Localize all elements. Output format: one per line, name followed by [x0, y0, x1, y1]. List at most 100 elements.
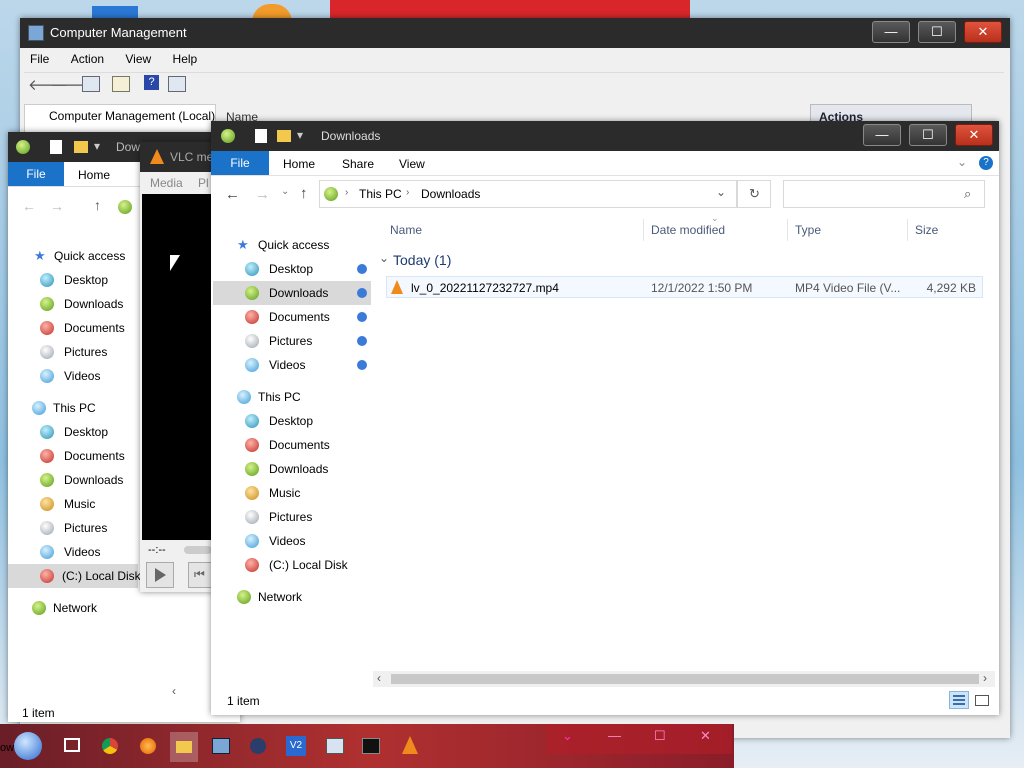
- nav-pc-desktop[interactable]: Desktop: [40, 420, 150, 444]
- column-header-name[interactable]: Name: [390, 223, 422, 239]
- nav-qa-pictures[interactable]: Pictures: [40, 340, 150, 364]
- nav-pc-local-disk[interactable]: (C:) Local Disk: [245, 553, 375, 577]
- nav-qa-downloads[interactable]: Downloads: [40, 292, 150, 316]
- close-button[interactable]: ✕: [964, 21, 1002, 43]
- table-row[interactable]: lv_0_20221127232727.mp4 12/1/2022 1:50 P…: [386, 276, 983, 298]
- app-taskbar-icon[interactable]: [250, 738, 266, 754]
- nav-pc-videos[interactable]: Videos: [40, 540, 150, 564]
- pin-icon[interactable]: [357, 288, 367, 298]
- pin-icon[interactable]: [357, 360, 367, 370]
- menu-playlist[interactable]: Pl: [198, 176, 209, 190]
- back-button[interactable]: ←: [22, 198, 36, 214]
- nav-this-pc[interactable]: This PC: [237, 385, 357, 409]
- quick-access-dropdown-icon[interactable]: ▾: [297, 128, 303, 142]
- vlc-seek-bar[interactable]: [184, 546, 212, 554]
- terminal-taskbar-icon[interactable]: [362, 738, 380, 754]
- properties-icon[interactable]: [255, 129, 267, 143]
- horizontal-scrollbar[interactable]: ‹ ›: [373, 671, 995, 687]
- vlc-play-button[interactable]: [146, 562, 174, 588]
- vlc-taskbar-icon[interactable]: [402, 736, 418, 754]
- file-explorer-taskbar-icon[interactable]: [170, 732, 198, 762]
- nav-qa-documents[interactable]: Documents: [40, 316, 150, 340]
- up-button[interactable]: ↑: [300, 185, 308, 202]
- nav-pc-local-disk[interactable]: (C:) Local Disk: [8, 564, 141, 588]
- nav-qa-downloads[interactable]: Downloads: [245, 281, 365, 305]
- help-icon[interactable]: ?: [144, 75, 159, 90]
- nav-pc-downloads[interactable]: Downloads: [40, 468, 150, 492]
- nav-network[interactable]: Network: [32, 596, 142, 620]
- close-icon[interactable]: ✕: [700, 728, 711, 744]
- menu-action[interactable]: Action: [71, 52, 104, 66]
- nav-this-pc[interactable]: This PC: [32, 396, 142, 420]
- recent-locations-icon[interactable]: ⌄: [281, 186, 289, 197]
- search-input[interactable]: [788, 185, 962, 205]
- menu-help[interactable]: Help: [173, 52, 198, 66]
- maximize-button[interactable]: ☐: [918, 21, 956, 43]
- column-header-type[interactable]: Type: [795, 223, 821, 239]
- tab-file[interactable]: File: [211, 151, 269, 175]
- v2-app-taskbar-icon[interactable]: V2: [286, 736, 306, 756]
- console-icon[interactable]: [168, 76, 186, 92]
- pin-icon[interactable]: [357, 264, 367, 274]
- nav-pc-music[interactable]: Music: [245, 481, 365, 505]
- up-button[interactable]: ↑: [94, 197, 101, 213]
- nav-qa-desktop[interactable]: Desktop: [245, 257, 365, 281]
- forward-button[interactable]: →: [255, 186, 270, 203]
- export-icon[interactable]: [112, 76, 130, 92]
- refresh-button[interactable]: ↻: [737, 180, 771, 208]
- scroll-thumb[interactable]: [391, 674, 979, 684]
- vlc-video-area[interactable]: [142, 194, 212, 540]
- properties-icon[interactable]: [50, 140, 62, 154]
- nav-qa-documents[interactable]: Documents: [245, 305, 365, 329]
- start-button[interactable]: [14, 732, 42, 760]
- nav-qa-desktop[interactable]: Desktop: [40, 268, 150, 292]
- scroll-left-arrow[interactable]: ‹: [172, 684, 176, 698]
- tab-home[interactable]: Home: [78, 168, 110, 182]
- nav-quick-access[interactable]: ★ Quick access: [237, 233, 377, 257]
- tab-view[interactable]: View: [399, 157, 425, 171]
- search-box[interactable]: ⌕: [783, 180, 985, 208]
- nav-network[interactable]: Network: [237, 585, 357, 609]
- minimize-button[interactable]: —: [863, 124, 901, 146]
- network-taskbar-icon[interactable]: [326, 738, 344, 754]
- tab-share[interactable]: Share: [342, 157, 374, 171]
- nav-qa-videos[interactable]: Videos: [245, 353, 365, 377]
- pin-icon[interactable]: [357, 336, 367, 346]
- nav-pc-pictures[interactable]: Pictures: [40, 516, 150, 540]
- nav-pc-documents[interactable]: Documents: [245, 433, 365, 457]
- pin-icon[interactable]: [357, 312, 367, 322]
- tab-home[interactable]: Home: [283, 157, 315, 171]
- address-bar[interactable]: › This PC › Downloads ⌄: [319, 180, 737, 208]
- nav-qa-pictures[interactable]: Pictures: [245, 329, 365, 353]
- menu-file[interactable]: File: [30, 52, 49, 66]
- nav-pc-pictures[interactable]: Pictures: [245, 505, 365, 529]
- computer-management-taskbar-icon[interactable]: [212, 738, 230, 754]
- task-view-icon[interactable]: [64, 738, 80, 752]
- column-header-size[interactable]: Size: [915, 223, 938, 239]
- firefox-icon[interactable]: [140, 738, 156, 754]
- close-button[interactable]: ✕: [955, 124, 993, 146]
- address-dropdown-icon[interactable]: ⌄: [716, 185, 726, 199]
- folder-icon[interactable]: [74, 141, 88, 153]
- help-icon[interactable]: ?: [979, 156, 993, 170]
- nav-quick-access[interactable]: ★ Quick access: [34, 244, 154, 268]
- nav-qa-videos[interactable]: Videos: [40, 364, 150, 388]
- forward-button[interactable]: →: [50, 198, 64, 214]
- menu-view[interactable]: View: [125, 52, 151, 66]
- nav-pc-desktop[interactable]: Desktop: [245, 409, 365, 433]
- folder-icon[interactable]: [277, 130, 291, 142]
- tab-file[interactable]: File: [8, 162, 64, 186]
- chrome-icon[interactable]: [102, 738, 118, 754]
- minimize-icon[interactable]: —: [608, 728, 621, 743]
- nav-pc-videos[interactable]: Videos: [245, 529, 365, 553]
- chevron-down-icon[interactable]: ⌄: [562, 728, 573, 744]
- expand-ribbon-icon[interactable]: ⌄: [957, 155, 967, 169]
- scroll-left-arrow[interactable]: ‹: [377, 671, 381, 685]
- maximize-button[interactable]: ☐: [909, 124, 947, 146]
- scroll-right-arrow[interactable]: ›: [983, 671, 987, 685]
- tree-root-label[interactable]: Computer Management (Local): [49, 109, 215, 123]
- nav-pc-downloads[interactable]: Downloads: [245, 457, 365, 481]
- nav-pc-documents[interactable]: Documents: [40, 444, 150, 468]
- large-icons-view-button[interactable]: [971, 691, 991, 709]
- back-button[interactable]: ←: [225, 186, 240, 203]
